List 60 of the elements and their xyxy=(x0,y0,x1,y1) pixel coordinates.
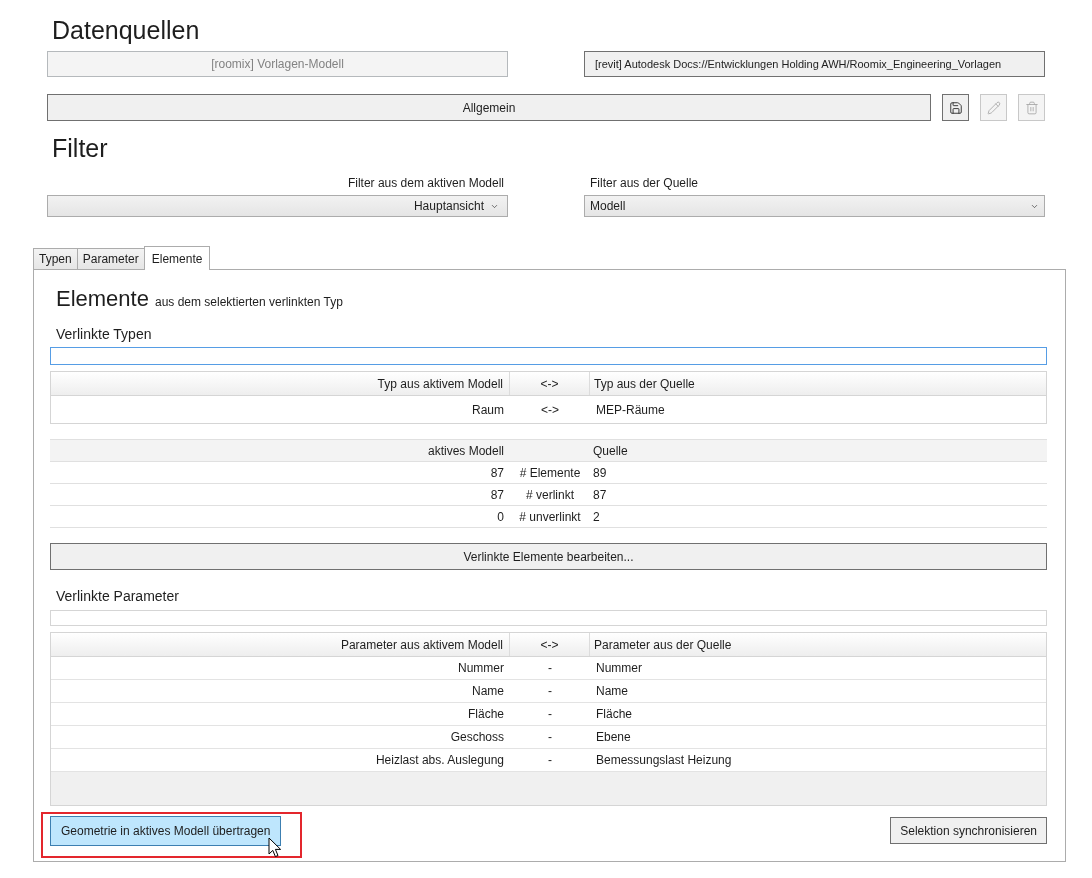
table-cell-text: # Elemente xyxy=(518,464,582,482)
filter-field[interactable] xyxy=(50,347,1047,365)
table-cell-text: Name xyxy=(471,683,505,700)
table-cell-text: - xyxy=(547,729,553,746)
column-header[interactable]: <-> xyxy=(510,633,590,656)
filter-label: Filter aus dem aktiven Modell xyxy=(347,176,504,190)
column-header[interactable]: Typ aus aktivem Modell xyxy=(51,372,510,395)
tab[interactable]: Parameter xyxy=(76,248,145,269)
table-cell-text: 87 xyxy=(489,464,505,482)
dropdown[interactable]: Modell xyxy=(584,195,1045,217)
column-header[interactable]: Parameter aus der Quelle xyxy=(590,633,1046,656)
action-button[interactable]: Geometrie in aktives Modell übertragen xyxy=(50,816,282,846)
save-button[interactable] xyxy=(942,94,969,121)
table-cell-text: 0 xyxy=(496,508,505,526)
table-cell-text: Heizlast abs. Auslegung xyxy=(374,752,505,769)
filter-label: Filter aus der Quelle xyxy=(590,176,699,190)
column-header[interactable]: Parameter aus aktivem Modell xyxy=(51,633,510,656)
tab[interactable]: Elemente xyxy=(143,246,211,270)
table-cell-text: Ebene xyxy=(595,729,632,746)
table-cell-text: Name xyxy=(595,683,629,700)
table-cell-text: - xyxy=(547,683,553,700)
table-cell-text: Fläche xyxy=(595,706,634,723)
filter-field[interactable] xyxy=(50,610,1047,626)
column-header[interactable]: Typ aus der Quelle xyxy=(590,372,1046,395)
table-cell-text: Fläche xyxy=(466,706,505,723)
section-label: Verlinkte Typen xyxy=(56,326,152,342)
pencil-icon xyxy=(986,100,1001,115)
panel-heading: Elemente xyxy=(56,285,149,313)
mouse-pointer-icon xyxy=(268,837,282,858)
table-cell-text: Geschoss xyxy=(449,729,505,746)
panel-subheading: aus dem selektierten verlinkten Typ xyxy=(154,294,343,311)
column-header[interactable]: <-> xyxy=(510,372,590,395)
tab[interactable]: Typen xyxy=(33,248,78,269)
table-cell-text: 2 xyxy=(592,508,601,526)
table-cell-text: 89 xyxy=(592,464,608,482)
table-cell-text: # unverlinkt xyxy=(518,508,582,526)
model-path-button[interactable]: [revit] Autodesk Docs://Entwicklungen Holding AWH/Roomix_Engineering_Vorlagen xyxy=(584,51,1045,77)
table-cell-text: MEP-Räume xyxy=(595,401,666,419)
table-cell-text: Bemessungslast Heizung xyxy=(595,752,733,769)
table-cell-text: - xyxy=(547,752,553,769)
save-icon xyxy=(948,100,963,115)
column-header[interactable]: aktives Modell xyxy=(50,440,510,461)
table-cell-text: Nummer xyxy=(595,660,643,677)
section-label: Verlinkte Parameter xyxy=(56,588,179,604)
table-cell-text: <-> xyxy=(540,401,560,419)
table-cell-text: 87 xyxy=(592,486,608,504)
section-heading: Datenquellen xyxy=(52,15,200,45)
profile-button[interactable]: Allgemein xyxy=(47,94,931,121)
section-heading: Filter xyxy=(52,133,108,163)
table-cell-text: 87 xyxy=(489,486,505,504)
trash-icon xyxy=(1024,100,1039,115)
edit-elements-button[interactable]: Verlinkte Elemente bearbeiten... xyxy=(50,543,1047,570)
dropdown[interactable]: Hauptansicht xyxy=(47,195,508,217)
table-cell-text: Nummer xyxy=(457,660,505,677)
table-cell-text: # verlinkt xyxy=(525,486,575,504)
table-cell-text: - xyxy=(547,660,553,677)
table-cell-text: - xyxy=(547,706,553,723)
action-button[interactable]: Selektion synchronisieren xyxy=(890,817,1047,844)
table-cell-text: Raum xyxy=(471,401,505,419)
column-header[interactable]: Quelle xyxy=(590,440,1047,461)
